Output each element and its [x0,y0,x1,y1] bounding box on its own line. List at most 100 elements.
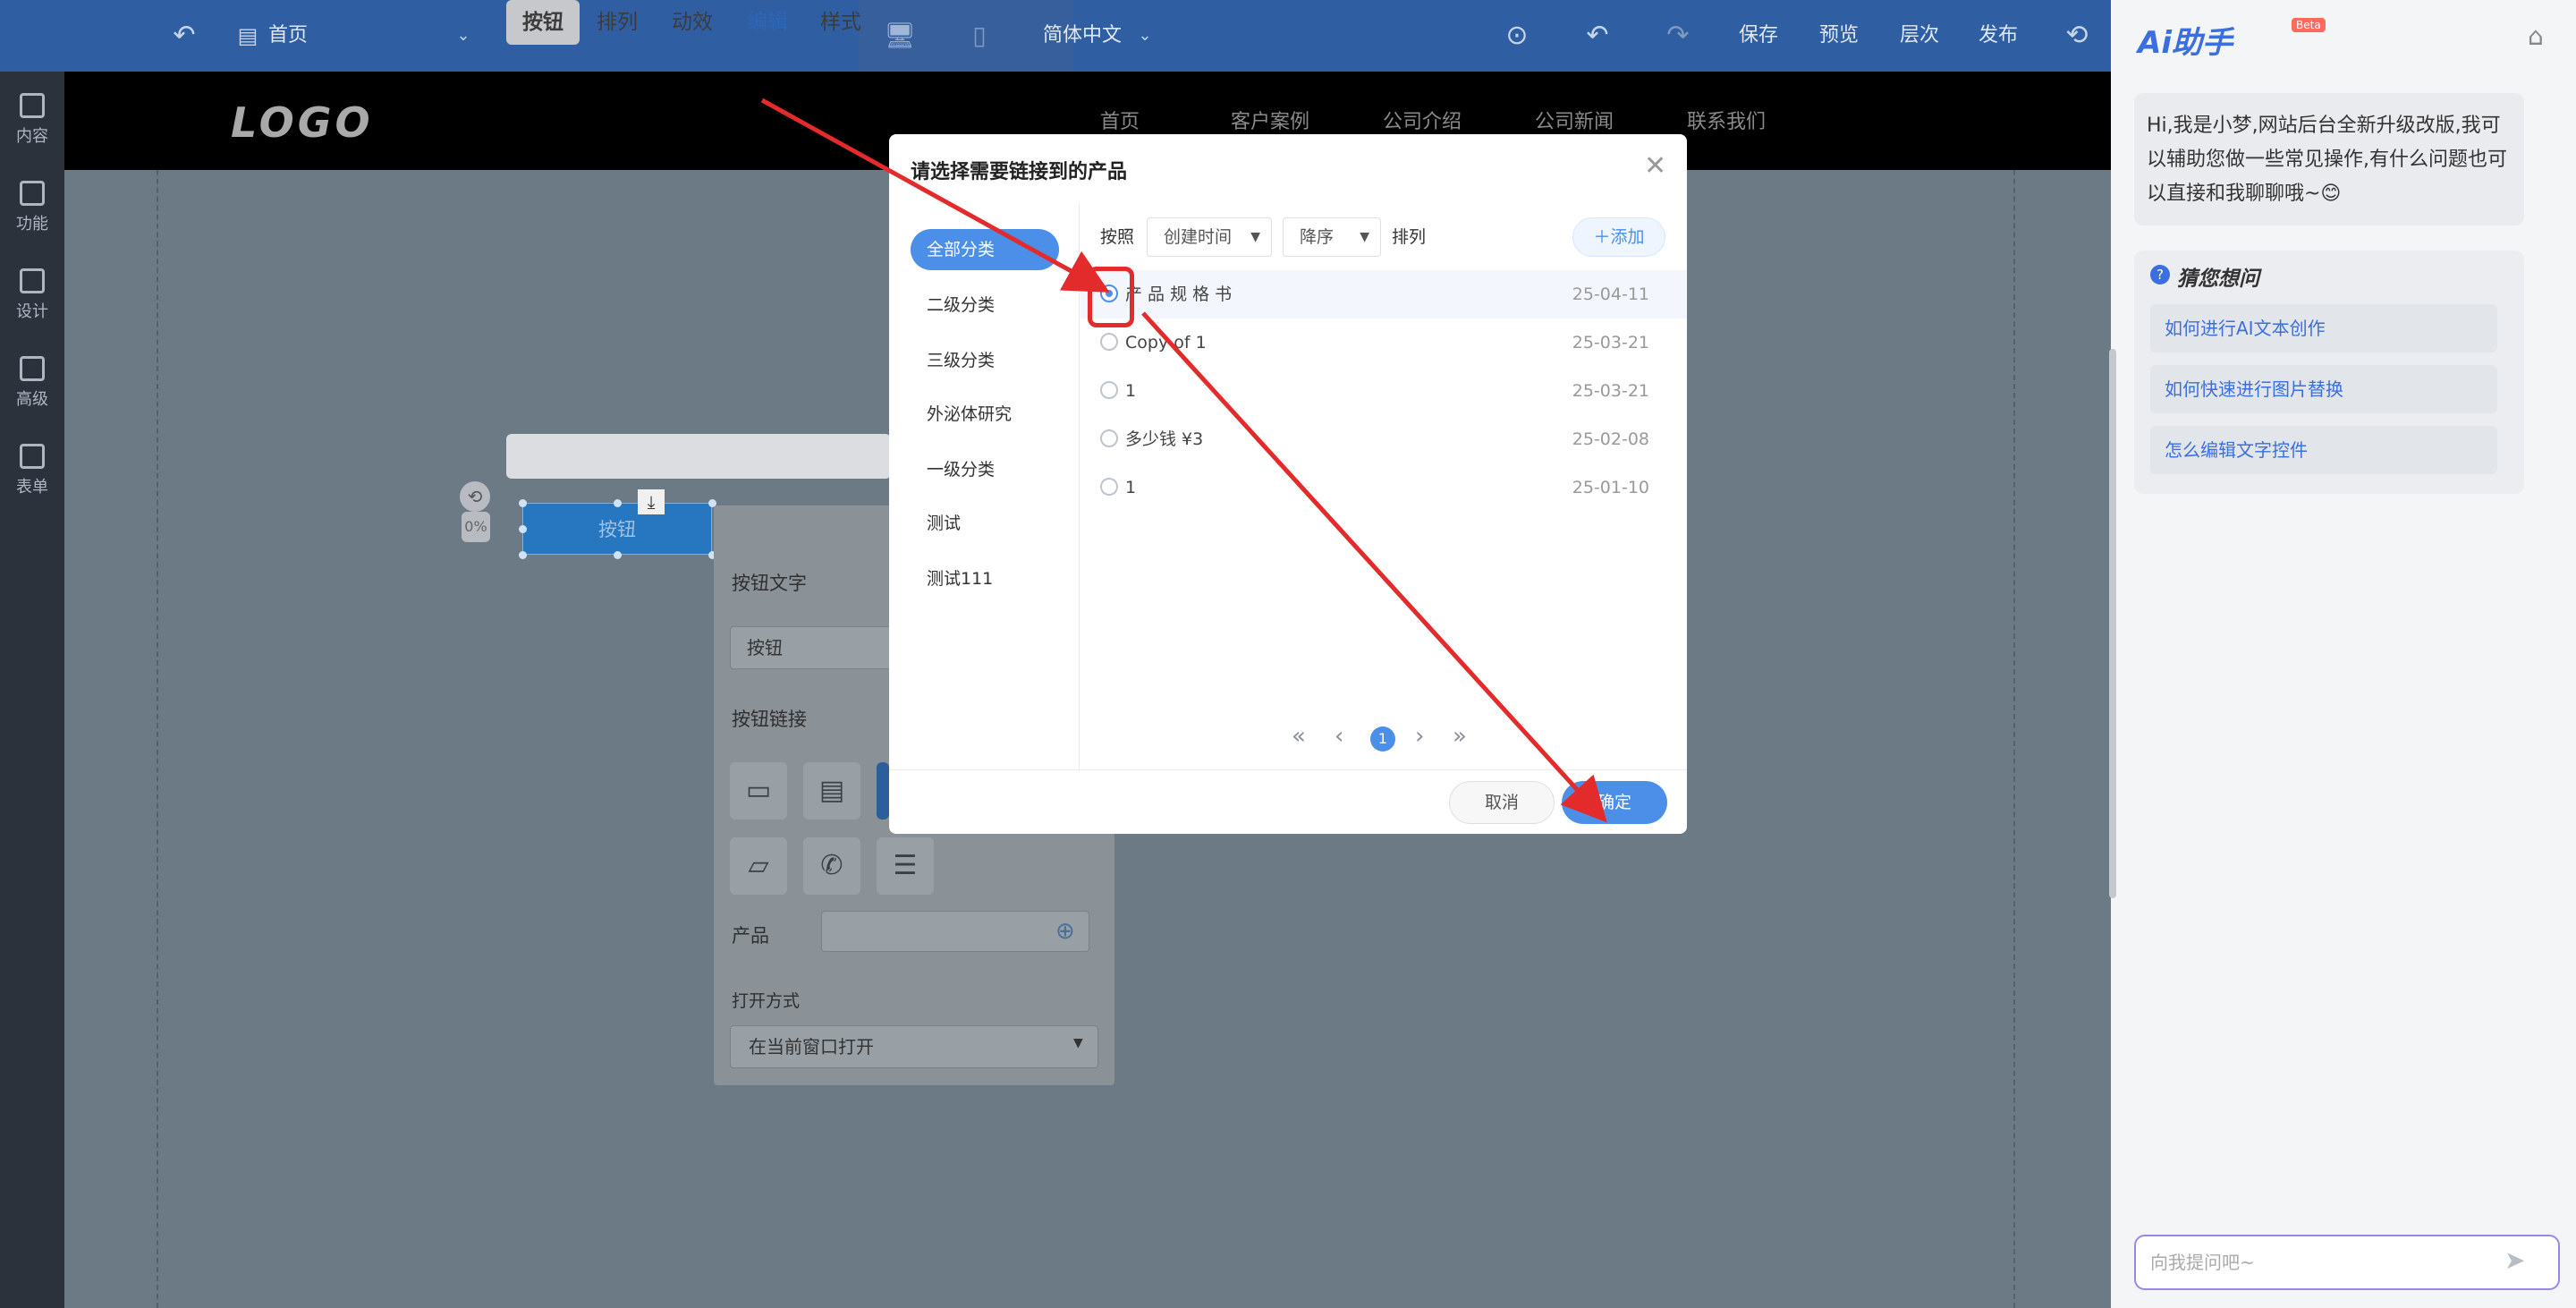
last-page-icon[interactable]: » [1453,723,1467,750]
chevron-down-icon[interactable]: ⌄ [453,0,474,72]
plus-icon: ＋ [1593,227,1611,247]
language-selector[interactable]: 简体中文 [1043,0,1122,72]
suggested-question[interactable]: 怎么编辑文字控件 [2150,426,2497,474]
toolbar-button[interactable]: 按钮 [506,0,580,45]
preview-button[interactable]: 预览 [1819,0,1859,72]
rail-item-design[interactable]: 设计 [0,256,64,344]
publish-button[interactable]: 发布 [1979,0,2018,72]
resize-handle[interactable] [519,551,527,559]
suggestion-title: 猜您想问 [2177,268,2259,291]
category-item[interactable]: 全部分类 [911,229,1059,270]
site-logo: LOGO [231,98,374,147]
product-row[interactable]: 1 25-03-21 [1080,367,1687,415]
cancel-button[interactable]: 取消 [1449,781,1555,824]
ai-greeting: Hi,我是小梦,网站后台全新升级改版,我可以辅助您做一些常见操作,有什么问题也可… [2134,93,2524,225]
back-icon[interactable]: ↶ [166,0,202,72]
component-toolbar [506,434,891,479]
ai-chat-input[interactable]: 向我提问吧~ [2134,1235,2560,1290]
category-item[interactable]: 外泌体研究 [911,394,1059,435]
more-icon[interactable]: ⊙ [1499,0,1535,72]
question-icon: ? [2150,265,2170,285]
history-icon[interactable]: ⟲ [2059,0,2095,72]
category-item[interactable]: 测试111 [911,558,1059,599]
undo-icon[interactable]: ↶ [1580,0,1615,72]
save-button[interactable]: 保存 [1739,0,1778,72]
prev-page-icon[interactable]: ‹ [1335,723,1343,750]
phone-icon[interactable]: ✆ [803,837,860,895]
add-circle-icon[interactable]: ⊕ [1055,918,1075,945]
article-icon[interactable]: ▤ [803,762,860,820]
toolbar-arrange[interactable]: 排列 [581,0,653,45]
current-page[interactable]: 1 [1370,726,1395,752]
form-icon [20,444,45,469]
scrollbar[interactable] [2109,349,2116,898]
layers-button[interactable]: 层次 [1900,0,1939,72]
toolbar-edit[interactable]: 编辑 [732,0,803,45]
rail-item-advanced[interactable]: 高级 [0,344,64,431]
product-label: 产品 [732,925,769,947]
rail-item-forms[interactable]: 表单 [0,431,64,519]
product-row[interactable]: Copy of 1 25-03-21 [1080,319,1687,367]
sort-order-select[interactable]: 降序 ▼ [1283,217,1381,257]
nav-link: 公司介绍 [1383,111,1462,133]
nav-link: 客户案例 [1231,111,1310,133]
chevron-down-icon[interactable]: ⌄ [1134,0,1156,72]
rotate-icon[interactable]: ⟲ [460,481,490,512]
caret-down-icon: ▼ [1073,1036,1083,1050]
divider [889,769,1687,770]
mobile-icon[interactable]: ▯ [966,0,993,72]
document-icon [20,93,45,118]
radio-button[interactable] [1100,381,1118,399]
add-button[interactable]: ＋添加 [1572,217,1665,257]
next-page-icon[interactable]: › [1415,723,1424,750]
suggested-question[interactable]: 如何快速进行图片替换 [2150,365,2497,413]
caret-down-icon: ▼ [1250,230,1260,244]
gift-icon[interactable]: ⌂ [2528,21,2544,51]
product-row[interactable]: 多少钱 ¥3 25-02-08 [1080,415,1687,463]
category-item[interactable]: 一级分类 [911,449,1059,490]
code-icon [20,356,45,381]
product-row[interactable]: 1 25-01-10 [1080,463,1687,512]
link-type-tile[interactable] [877,762,889,820]
page-selector[interactable]: 首页 [268,0,308,72]
radio-button[interactable] [1100,333,1118,351]
rail-item-content[interactable]: 内容 [0,81,64,168]
redo-icon[interactable]: ↷ [1660,0,1696,72]
nav-link: 首页 [1100,111,1140,133]
toolbar-style[interactable]: 样式 [805,0,877,45]
product-input[interactable] [821,911,1089,952]
send-icon[interactable]: ➤ [2504,1245,2525,1275]
sort-field-select[interactable]: 创建时间 ▼ [1147,217,1272,257]
suggested-question[interactable]: 如何进行AI文本创作 [2150,304,2497,352]
product-row[interactable]: 产 品 规 格 书 25-04-11 [1080,270,1687,319]
resize-handle[interactable] [614,551,622,559]
ai-title: Ai助手 [2138,25,2233,61]
category-item[interactable]: 三级分类 [911,340,1059,381]
guide-line [157,72,158,1308]
resize-handle[interactable] [519,525,527,533]
beta-badge: Beta [2292,18,2326,32]
grid-icon [20,181,45,206]
rail-item-functions[interactable]: 功能 [0,168,64,256]
resize-handle[interactable] [614,499,622,507]
list-icon[interactable]: ☰ [877,837,934,895]
close-icon[interactable]: ✕ [1644,150,1666,182]
layout-icon [20,268,45,293]
radio-button[interactable] [1100,429,1118,447]
selected-button-component[interactable]: 按钮 [522,503,712,555]
toolbar-animation[interactable]: 动效 [657,0,728,45]
open-mode-select[interactable]: 在当前窗口打开 [730,1025,1098,1068]
download-icon[interactable]: ⤓ [638,489,665,514]
desktop-icon[interactable]: 🖥 [880,0,919,72]
resize-handle[interactable] [519,499,527,507]
button-text-label: 按钮文字 [732,573,807,594]
folder-icon[interactable]: ▱ [730,837,787,895]
category-item[interactable]: 二级分类 [911,285,1059,326]
confirm-button[interactable]: 确定 [1562,781,1667,824]
radio-button[interactable] [1100,478,1118,496]
window-icon[interactable]: ▭ [730,762,787,820]
category-item[interactable]: 测试 [911,503,1059,544]
button-link-label: 按钮链接 [732,709,807,730]
modal-title: 请选择需要链接到的产品 [911,161,1128,183]
first-page-icon[interactable]: « [1292,723,1306,750]
